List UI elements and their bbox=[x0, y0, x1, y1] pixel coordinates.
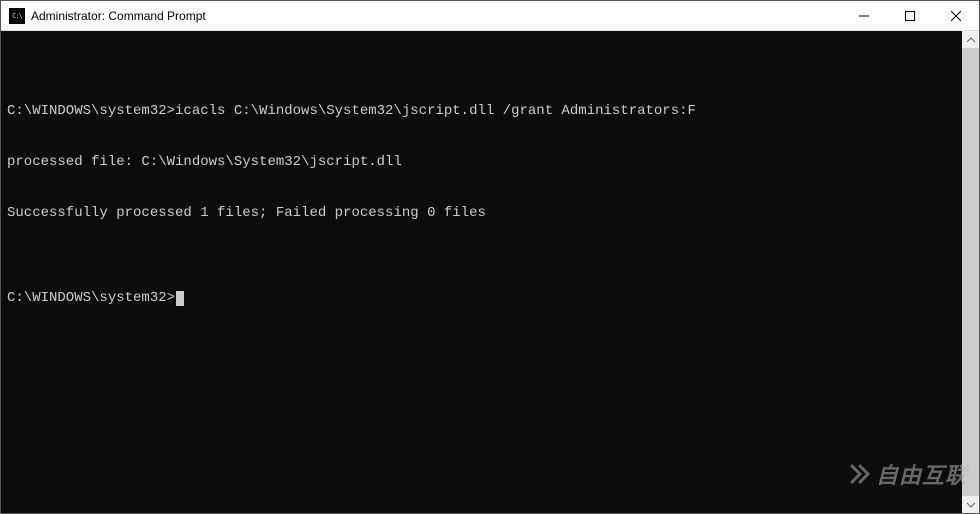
minimize-icon bbox=[859, 11, 869, 21]
titlebar[interactable]: C:\ Administrator: Command Prompt bbox=[1, 1, 979, 31]
window-controls bbox=[841, 1, 979, 30]
scroll-up-button[interactable] bbox=[962, 31, 979, 48]
terminal-prompt-text: C:\WINDOWS\system32> bbox=[7, 290, 175, 306]
cursor bbox=[176, 291, 184, 306]
terminal-line: processed file: C:\Windows\System32\jscr… bbox=[7, 154, 956, 171]
command-prompt-window: C:\ Administrator: Command Prompt C:\WIN… bbox=[0, 0, 980, 514]
close-icon bbox=[951, 11, 961, 21]
terminal-line: C:\WINDOWS\system32>icacls C:\Windows\Sy… bbox=[7, 103, 956, 120]
terminal-line: Successfully processed 1 files; Failed p… bbox=[7, 205, 956, 222]
scroll-thumb[interactable] bbox=[962, 48, 979, 496]
minimize-button[interactable] bbox=[841, 1, 887, 30]
cmd-icon-label: C:\ bbox=[12, 12, 22, 20]
vertical-scrollbar[interactable] bbox=[962, 31, 979, 513]
maximize-icon bbox=[905, 11, 915, 21]
cmd-icon: C:\ bbox=[9, 8, 25, 24]
terminal-output[interactable]: C:\WINDOWS\system32>icacls C:\Windows\Sy… bbox=[1, 31, 962, 513]
maximize-button[interactable] bbox=[887, 1, 933, 30]
close-button[interactable] bbox=[933, 1, 979, 30]
chevron-down-icon bbox=[967, 502, 975, 508]
scroll-track[interactable] bbox=[962, 48, 979, 496]
terminal-wrapper: C:\WINDOWS\system32>icacls C:\Windows\Sy… bbox=[1, 31, 979, 513]
window-title: Administrator: Command Prompt bbox=[31, 9, 841, 23]
chevron-up-icon bbox=[967, 37, 975, 43]
scroll-down-button[interactable] bbox=[962, 496, 979, 513]
terminal-prompt: C:\WINDOWS\system32> bbox=[7, 290, 956, 307]
